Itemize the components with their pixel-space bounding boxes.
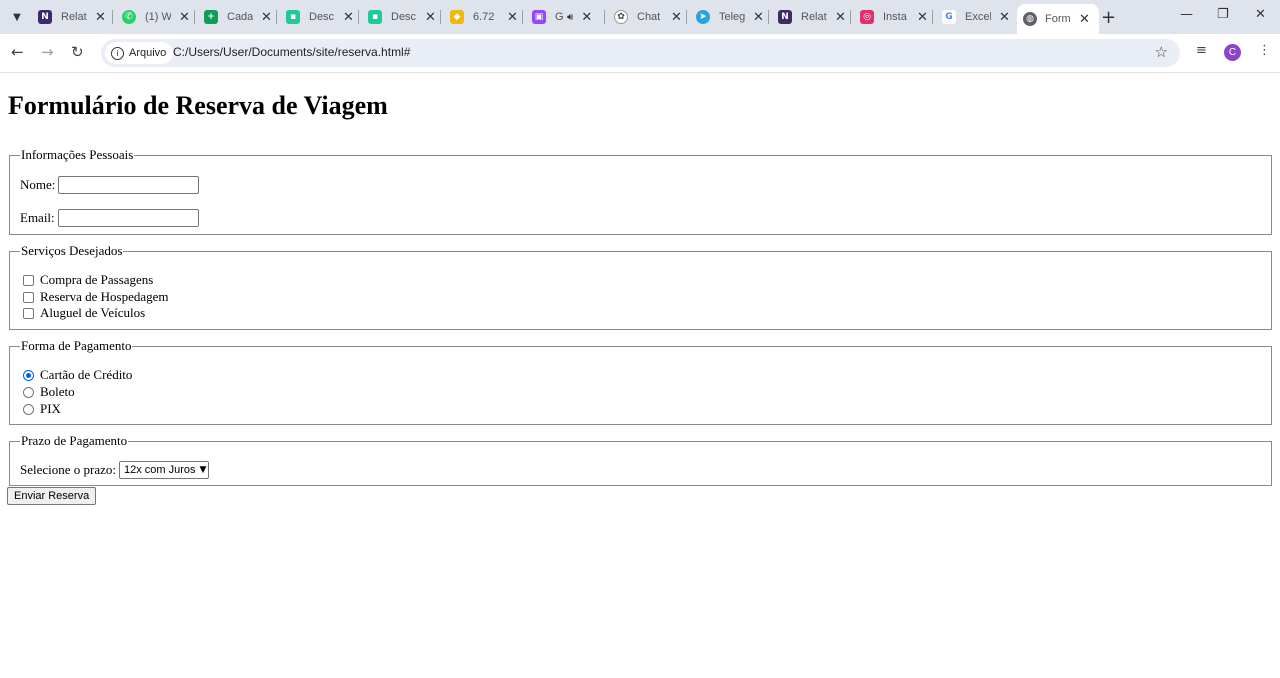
close-tab-icon[interactable]: ✕	[343, 10, 354, 25]
profile-avatar[interactable]: C	[1224, 44, 1241, 61]
restore-icon[interactable]: ❐	[1217, 7, 1229, 22]
chevron-down-icon: ▼	[199, 465, 207, 475]
twitch-icon: ▣	[532, 10, 546, 24]
sheets-icon: +	[204, 10, 218, 24]
radio-label: Boleto	[40, 384, 75, 399]
submit-button[interactable]: Enviar Reserva	[7, 487, 97, 505]
radio-boleto[interactable]	[23, 386, 34, 398]
checkbox-label: Compra de Passagens	[40, 272, 154, 287]
checkbox-label: Aluguel de Veículos	[40, 305, 146, 320]
globe-icon: ◍	[1023, 12, 1037, 26]
email-label: Email:	[20, 210, 55, 225]
services-fieldset: Serviços Desejados Compra de Passagens R…	[9, 243, 1272, 330]
kebab-menu-icon[interactable]: ⋮	[1258, 43, 1271, 58]
browser-toolbar: ← → ↻ i Arquivo C:/Users/User/Documents/…	[0, 34, 1280, 73]
close-tab-icon[interactable]: ✕	[917, 10, 928, 25]
payment-method-fieldset: Forma de Pagamento Cartão de Crédito Bol…	[9, 338, 1272, 425]
browser-tab[interactable]: + Cada ✕	[204, 4, 272, 30]
chatgpt-icon: ✿	[614, 10, 628, 24]
radio-pix[interactable]	[23, 403, 34, 415]
bookmark-star-icon[interactable]: ☆	[1155, 43, 1168, 61]
services-legend: Serviços Desejados	[21, 243, 123, 258]
reading-list-icon[interactable]: ≡	[1196, 43, 1207, 58]
name-label: Nome:	[20, 177, 56, 192]
browser-tab[interactable]: N Relat ✕	[38, 4, 106, 30]
close-tab-icon[interactable]: ✕	[671, 10, 682, 25]
new-tab-plus-icon[interactable]: +	[1101, 7, 1116, 28]
checkbox-aluguel[interactable]	[23, 307, 34, 319]
personal-info-legend: Informações Pessoais	[21, 147, 134, 162]
checkbox-passagens[interactable]	[23, 274, 34, 286]
tab-search-chevron-down-icon[interactable]: ▼	[6, 6, 28, 28]
close-tab-icon[interactable]: ✕	[425, 10, 436, 25]
app-icon: ▪	[286, 10, 300, 24]
payment-method-legend: Forma de Pagamento	[21, 338, 132, 353]
email-input[interactable]	[57, 209, 199, 227]
back-arrow-icon[interactable]: ←	[11, 43, 24, 61]
close-tab-icon[interactable]: ✕	[507, 10, 518, 25]
close-window-icon[interactable]: ✕	[1255, 7, 1266, 22]
browser-tab[interactable]: N Relat ✕	[778, 4, 846, 30]
close-tab-icon[interactable]: ✕	[1079, 12, 1090, 27]
browser-tab-active[interactable]: ◍ Form ✕	[1017, 4, 1099, 34]
whatsapp-icon: ✆	[122, 10, 136, 24]
browser-tab[interactable]: ▪ Desc ✕	[368, 4, 436, 30]
instagram-icon: ◎	[860, 10, 874, 24]
close-tab-icon[interactable]: ✕	[261, 10, 272, 25]
payment-term-fieldset: Prazo de Pagamento Selecione o prazo: 12…	[9, 433, 1272, 486]
close-tab-icon[interactable]: ✕	[835, 10, 846, 25]
browser-tab[interactable]: ✆ (1) W ✕	[122, 4, 190, 30]
app-icon: ▪	[368, 10, 382, 24]
reload-icon[interactable]: ↻	[71, 43, 84, 61]
browser-tab[interactable]: ▪ Desc ✕	[286, 4, 354, 30]
checkbox-label: Reserva de Hospedagem	[40, 289, 169, 304]
page-content: Formulário de Reserva de Viagem Informaç…	[0, 73, 1280, 678]
close-tab-icon[interactable]: ✕	[999, 10, 1010, 25]
google-icon: G	[942, 10, 956, 24]
address-bar[interactable]: i Arquivo C:/Users/User/Documents/site/r…	[101, 39, 1180, 67]
site-info-chip[interactable]: i Arquivo	[105, 42, 174, 64]
browser-tab-strip: ▼ N Relat ✕ ✆ (1) W ✕ + Cada ✕ ▪ Desc ✕ …	[0, 0, 1280, 34]
radio-cartao[interactable]	[23, 369, 34, 381]
name-input[interactable]	[58, 176, 200, 194]
minimize-icon[interactable]: —	[1180, 7, 1193, 22]
browser-tab[interactable]: ◎ Insta ✕	[860, 4, 928, 30]
term-select[interactable]: 12x com Juros ▼	[119, 461, 210, 479]
info-icon: i	[111, 46, 124, 60]
browser-tab[interactable]: ▣ G 🔊︎ ✕	[532, 4, 592, 30]
radio-label: PIX	[40, 401, 61, 416]
binance-icon: ◆	[450, 10, 464, 24]
browser-tab[interactable]: ◆ 6.72 ✕	[450, 4, 518, 30]
close-tab-icon[interactable]: ✕	[179, 10, 190, 25]
notion-icon: N	[778, 10, 792, 24]
browser-tab[interactable]: G Excel ✕	[942, 4, 1010, 30]
page-title: Formulário de Reserva de Viagem	[8, 91, 388, 120]
browser-tab[interactable]: ✿ Chat ✕	[614, 4, 682, 30]
url-text[interactable]: C:/Users/User/Documents/site/reserva.htm…	[173, 45, 410, 59]
payment-term-legend: Prazo de Pagamento	[21, 433, 128, 448]
speaker-icon[interactable]: 🔊︎	[567, 12, 573, 23]
browser-tab[interactable]: ➤ Teleg ✕	[696, 4, 764, 30]
close-tab-icon[interactable]: ✕	[753, 10, 764, 25]
checkbox-hospedagem[interactable]	[23, 291, 34, 303]
radio-label: Cartão de Crédito	[40, 367, 133, 382]
telegram-icon: ➤	[696, 10, 710, 24]
term-select-value: 12x com Juros	[124, 464, 196, 476]
close-tab-icon[interactable]: ✕	[95, 10, 106, 25]
term-select-label: Selecione o prazo:	[20, 462, 117, 477]
forward-arrow-icon[interactable]: →	[41, 43, 54, 61]
notion-icon: N	[38, 10, 52, 24]
personal-info-fieldset: Informações Pessoais Nome: Email:	[9, 147, 1272, 235]
close-tab-icon[interactable]: ✕	[581, 10, 592, 25]
